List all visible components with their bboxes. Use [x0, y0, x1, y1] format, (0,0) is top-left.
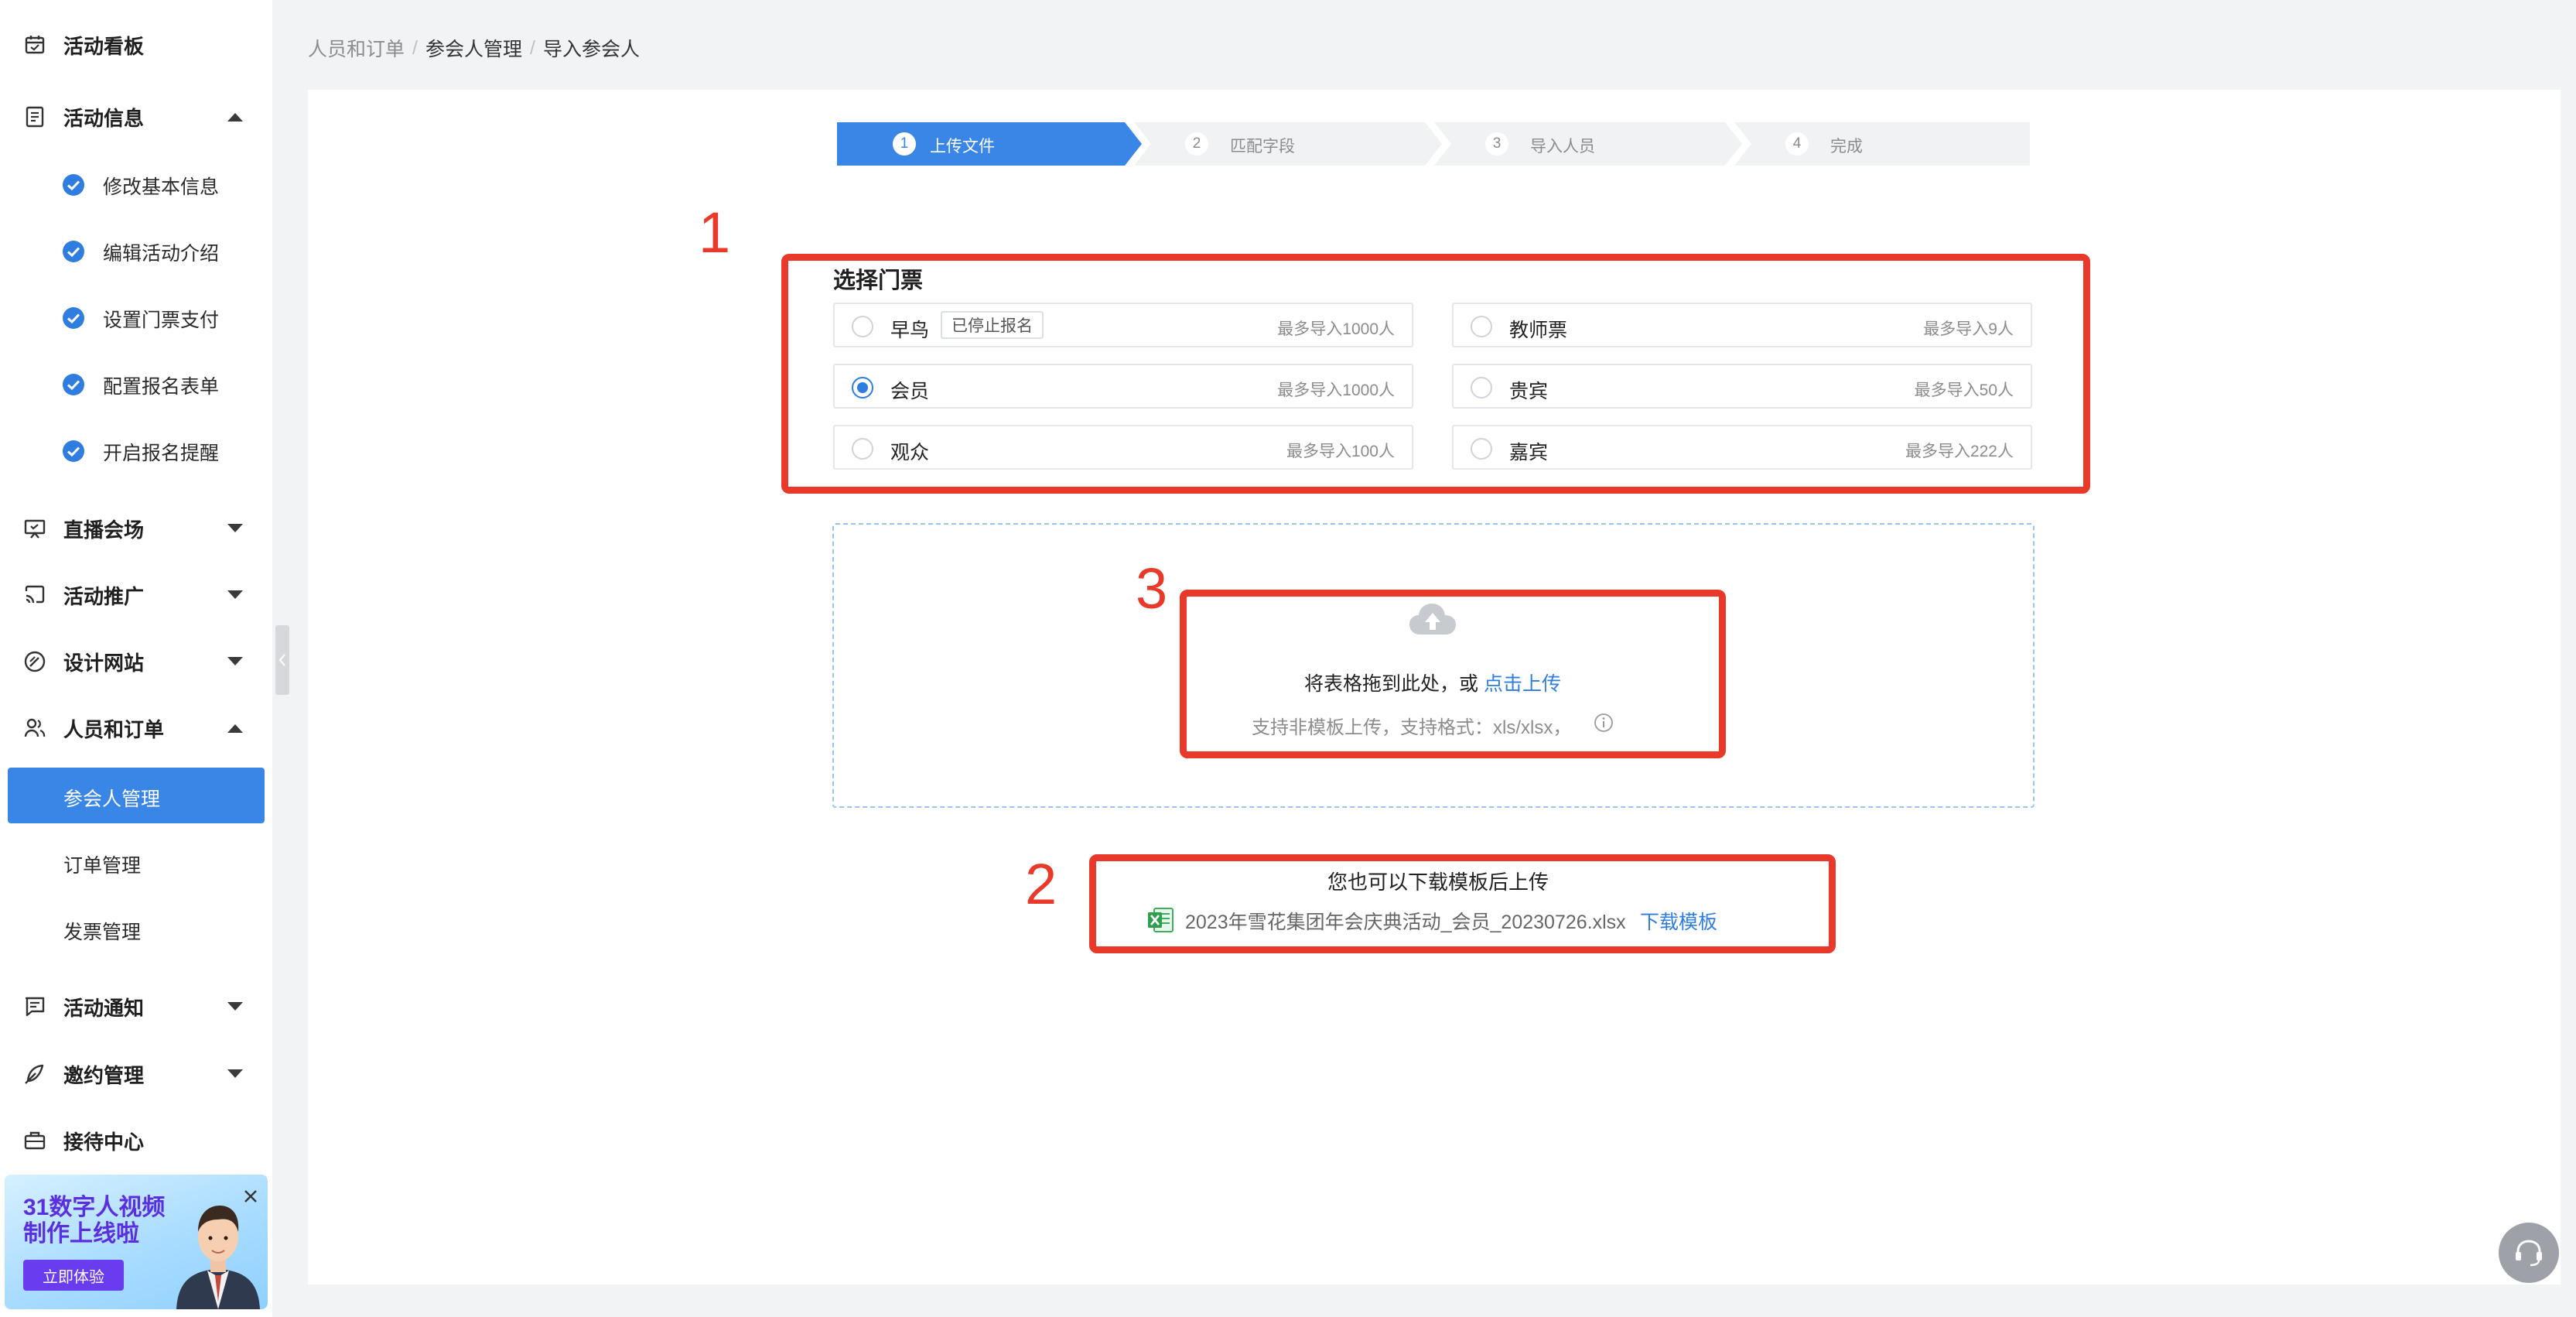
sub-edit-intro[interactable]: 编辑活动介绍 — [0, 223, 272, 277]
sub-registration-form[interactable]: 配置报名表单 — [0, 356, 272, 410]
nav-live-venue-label: 直播会场 — [63, 518, 145, 542]
sidebar-item-attendees[interactable]: 参会人管理 — [8, 768, 265, 823]
sub-ticket-payment-label: 设置门票支付 — [103, 310, 220, 331]
sub-registration-reminder-label: 开启报名提醒 — [103, 443, 220, 464]
step-number: 3 — [1485, 132, 1508, 156]
breadcrumb-people-orders[interactable]: 人员和订单 — [308, 34, 405, 62]
breadcrumb-separator: / — [529, 36, 535, 59]
breadcrumb-import: 导入参会人 — [542, 39, 640, 60]
nav-people-orders[interactable]: 人员和订单 — [0, 701, 272, 755]
design-icon — [24, 651, 46, 672]
sub-edit-basic-info-label: 修改基本信息 — [103, 176, 220, 198]
breadcrumb: 人员和订单 / 参会人管理 / 导入参会人 — [308, 34, 640, 62]
annotation-box-3 — [1180, 590, 1726, 758]
users-icon — [24, 718, 46, 737]
step-complete: 4 完成 — [1734, 122, 2030, 166]
sub-edit-intro-label: 编辑活动介绍 — [103, 243, 220, 265]
promo-try-button[interactable]: 立即体验 — [23, 1260, 124, 1291]
annotation-number-1: 1 — [699, 200, 731, 265]
document-icon — [26, 106, 44, 128]
nav-notifications[interactable]: 活动通知 — [0, 980, 272, 1034]
annotation-box-2 — [1089, 854, 1836, 953]
nav-activity-info[interactable]: 活动信息 — [0, 90, 272, 144]
nav-dashboard-label: 活动看板 — [63, 34, 145, 58]
nav-notifications-label: 活动通知 — [63, 996, 145, 1020]
sidebar-item-orders-label: 订单管理 — [63, 855, 142, 877]
check-circle-icon — [63, 374, 84, 395]
headset-icon — [2516, 1240, 2542, 1267]
caret-down-icon — [227, 1002, 243, 1011]
annotation-number-3: 3 — [1136, 556, 1168, 621]
sidebar: 活动看板 活动信息 修改基本信息 编辑活动介绍 设置门票支付 配置报名表单 开启… — [0, 0, 272, 1317]
breadcrumb-separator: / — [412, 36, 418, 59]
nav-design-site[interactable]: 设计网站 — [0, 635, 272, 689]
nav-live-venue[interactable]: 直播会场 — [0, 501, 272, 556]
caret-up-icon — [227, 724, 243, 733]
caret-down-icon — [227, 524, 243, 532]
nav-promotion[interactable]: 活动推广 — [0, 568, 272, 622]
step-label: 完成 — [1830, 138, 1863, 156]
check-circle-icon — [63, 174, 84, 196]
sidebar-collapse-handle[interactable] — [275, 625, 289, 695]
customer-service-button[interactable] — [2499, 1223, 2559, 1283]
sidebar-item-invoices[interactable]: 发票管理 — [0, 901, 272, 956]
breadcrumb-attendees[interactable]: 参会人管理 — [425, 34, 522, 62]
check-circle-icon — [63, 241, 84, 262]
chevron-left-icon — [278, 654, 285, 666]
nav-activity-info-label: 活动信息 — [63, 106, 145, 130]
sidebar-item-invoices-label: 发票管理 — [63, 922, 142, 943]
message-icon — [25, 997, 45, 1017]
caret-down-icon — [227, 1069, 243, 1078]
caret-down-icon — [227, 590, 243, 599]
step-label: 匹配字段 — [1230, 138, 1295, 156]
briefcase-icon — [24, 1131, 46, 1150]
step-label: 上传文件 — [930, 138, 995, 156]
cast-icon — [25, 585, 45, 604]
annotation-number-2: 2 — [1025, 852, 1057, 916]
nav-reception-label: 接待中心 — [63, 1130, 145, 1154]
promo-title: 31数字人视频制作上线啦 — [23, 1195, 166, 1247]
step-number: 2 — [1185, 132, 1208, 156]
nav-invitations[interactable]: 邀约管理 — [0, 1047, 272, 1101]
sub-ticket-payment[interactable]: 设置门票支付 — [0, 289, 272, 344]
promo-banner[interactable]: 31数字人视频制作上线啦 立即体验 — [5, 1175, 268, 1309]
sidebar-item-orders[interactable]: 订单管理 — [0, 835, 272, 889]
nav-design-site-label: 设计网站 — [63, 651, 145, 675]
nav-dashboard[interactable]: 活动看板 — [0, 18, 272, 72]
import-steps: 1 上传文件 2 匹配字段 3 导入人员 4 完成 — [837, 122, 2030, 166]
feather-icon — [25, 1064, 44, 1084]
sub-registration-form-label: 配置报名表单 — [103, 376, 220, 398]
nav-reception[interactable]: 接待中心 — [0, 1113, 272, 1168]
sub-edit-basic-info[interactable]: 修改基本信息 — [0, 156, 272, 210]
step-match-fields: 2 匹配字段 — [1134, 122, 1442, 166]
step-import-people: 3 导入人员 — [1434, 122, 1742, 166]
nav-promotion-label: 活动推广 — [63, 584, 145, 608]
nav-people-orders-label: 人员和订单 — [63, 717, 165, 741]
sub-registration-reminder[interactable]: 开启报名提醒 — [0, 422, 272, 477]
avatar-illustration — [176, 1206, 260, 1309]
check-circle-icon — [63, 307, 84, 329]
check-circle-icon — [63, 440, 84, 462]
sidebar-item-attendees-label: 参会人管理 — [63, 788, 161, 810]
caret-up-icon — [227, 113, 243, 121]
step-upload-file: 1 上传文件 — [837, 122, 1142, 166]
live-screen-icon — [24, 519, 46, 539]
caret-down-icon — [227, 657, 243, 665]
annotation-box-1 — [781, 254, 2090, 494]
step-number: 4 — [1785, 132, 1809, 156]
step-label: 导入人员 — [1530, 138, 1595, 156]
nav-invitations-label: 邀约管理 — [63, 1063, 145, 1087]
step-number: 1 — [893, 132, 916, 156]
calendar-icon — [25, 36, 45, 54]
